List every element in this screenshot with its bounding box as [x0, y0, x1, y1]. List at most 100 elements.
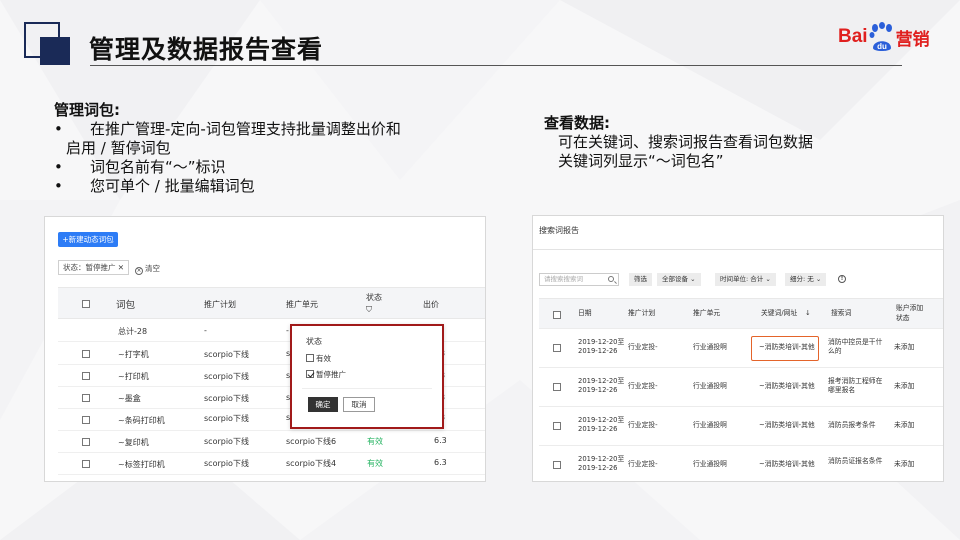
search-term-line2: 哪里报名 [828, 386, 856, 394]
option-checkbox[interactable] [306, 354, 314, 362]
row-checkbox[interactable] [553, 344, 561, 352]
search-term: 消防员报考条件 [828, 421, 876, 429]
status-filter-icon[interactable]: ⛉ [366, 305, 372, 315]
wordpack-name[interactable]: ~打印机 [118, 371, 149, 382]
date-start: 2019-12-20至 [578, 338, 625, 346]
option-active[interactable]: 有效 [306, 353, 331, 364]
date-start: 2019-12-20至 [578, 416, 625, 424]
option-label: 有效 [316, 354, 331, 363]
manage-bullet-list: 在推广管理-定向-词包管理支持批量调整出价和 启用 / 暂停词包 词包名前有“～… [54, 120, 494, 196]
plan-name: scorpio下线 [204, 414, 249, 423]
row-checkbox[interactable] [82, 438, 90, 446]
wordpack-name[interactable]: ~条码打印机 [118, 415, 165, 426]
search-icon[interactable] [608, 276, 614, 282]
time-unit-dropdown[interactable]: 时间单位: 合计 ⌄ [715, 273, 776, 286]
total-unit: - [286, 326, 289, 335]
col-keyword: 关键词/网址 [761, 309, 798, 317]
row-checkbox[interactable] [82, 460, 90, 468]
date-end: 2019-12-26 [578, 386, 618, 394]
wordpack-name[interactable]: ~复印机 [118, 437, 149, 448]
search-term-line2: 么的 [828, 347, 842, 355]
row-checkbox[interactable] [82, 416, 90, 424]
device-dropdown[interactable]: 全部设备 ⌄ [657, 273, 701, 286]
date-start: 2019-12-20至 [578, 455, 625, 463]
report-title: 搜索词报告 [539, 226, 579, 235]
row-checkbox[interactable] [82, 394, 90, 402]
filter-tag-close-icon[interactable]: ✕ [118, 261, 124, 274]
select-all-checkbox[interactable] [553, 311, 561, 319]
bullet-item: 您可单个 / 批量编辑词包 [54, 177, 494, 196]
unit-name: scorpio下线6 [286, 437, 337, 446]
bullet-item: 在推广管理-定向-词包管理支持批量调整出价和 启用 / 暂停词包 [54, 120, 494, 158]
filter-button[interactable]: 筛选 [629, 273, 652, 286]
popup-title: 状态 [306, 337, 322, 346]
plan-name: 行业定投- [628, 382, 658, 390]
popup-divider [302, 388, 432, 389]
sort-desc-icon[interactable]: ↓ [805, 309, 811, 318]
total-plan: - [204, 326, 207, 335]
view-data-section: 查看数据: 可在关键词、搜索词报告查看词包数据 关键词列显示“～词包名” [544, 114, 924, 171]
col-plan: 推广计划 [204, 300, 236, 309]
plan-name: 行业定投- [628, 421, 658, 429]
report-table-header: 日期 推广计划 推广单元 关键词/网址 ↓ 搜索词 账户添加 状态 [539, 298, 943, 328]
filter-tag-label: 状态：暂停推广 [63, 263, 116, 272]
date-start: 2019-12-20至 [578, 377, 625, 385]
title-divider [90, 65, 902, 66]
plan-name: scorpio下线 [204, 459, 249, 468]
baidu-marketing-logo: Bai du 营销 [838, 20, 930, 54]
status-filter-popup: 状态 有效 暂停推广 确定 取消 [290, 324, 444, 429]
col-added-status-line2: 状态 [896, 314, 910, 322]
baidu-paw-icon: du [869, 22, 892, 51]
table-row: 2019-12-20至 2019-12-26 行业定投- 行业通投啊 ~消防类培… [539, 367, 943, 406]
col-wordpack: 词包 [116, 300, 136, 311]
col-plan: 推广计划 [628, 309, 656, 317]
date-end: 2019-12-26 [578, 425, 618, 433]
bullet-text: 在推广管理-定向-词包管理支持批量调整出价和 [90, 120, 401, 138]
status-filter-tag[interactable]: 状态：暂停推广 ✕ [58, 260, 129, 275]
option-paused[interactable]: 暂停推广 [306, 369, 346, 380]
info-icon[interactable]: ! [838, 275, 846, 283]
search-term: 报考消防工程师在 [828, 377, 883, 385]
page-title: 管理及数据报告查看 [89, 35, 324, 64]
plan-name: 行业定投- [628, 343, 658, 351]
bullet-item: 词包名前有“～”标识 [54, 158, 494, 177]
search-input[interactable]: 请搜索搜索词 [539, 273, 619, 286]
row-checkbox[interactable] [553, 461, 561, 469]
clear-filter-button[interactable]: × 清空 [135, 263, 160, 275]
confirm-button[interactable]: 确定 [308, 397, 338, 412]
time-unit-label: 时间单位: 合计 [720, 275, 764, 283]
search-term-report-screenshot: 搜索词报告 请搜索搜索词 筛选 全部设备 ⌄ 时间单位: 合计 ⌄ 细分: 无 … [532, 215, 944, 482]
plan-name: scorpio下线 [204, 394, 249, 403]
wordpack-name[interactable]: ~标签打印机 [118, 459, 165, 470]
added-status: 未添加 [894, 343, 915, 351]
clear-icon: × [135, 267, 143, 275]
row-checkbox[interactable] [553, 422, 561, 430]
cancel-button[interactable]: 取消 [343, 397, 375, 412]
bullet-text: 您可单个 / 批量编辑词包 [90, 177, 255, 195]
col-unit: 推广单元 [693, 309, 721, 317]
clear-label: 清空 [145, 264, 160, 273]
unit-name: scorpio下线4 [286, 459, 337, 468]
new-wordpack-button[interactable]: +新建动态词包 [58, 232, 118, 247]
view-data-line: 关键词列显示“～词包名” [558, 152, 724, 170]
unit-name: 行业通投啊 [693, 382, 727, 390]
unit-name: 行业通投啊 [693, 460, 727, 468]
breakdown-dropdown[interactable]: 细分: 无 ⌄ [785, 273, 827, 286]
total-label: 总计-28 [118, 327, 148, 336]
wordpack-name[interactable]: ~墨盒 [118, 393, 141, 404]
plan-name: scorpio下线 [204, 372, 249, 381]
row-checkbox[interactable] [553, 383, 561, 391]
plan-name: scorpio下线 [204, 350, 249, 359]
col-status: 状态 [366, 293, 382, 302]
option-checkbox-checked[interactable] [306, 370, 314, 378]
row-checkbox[interactable] [82, 350, 90, 358]
breakdown-label: 细分: 无 [790, 275, 814, 283]
wordpack-name[interactable]: ~打字机 [118, 349, 149, 360]
status-value: 有效 [367, 459, 383, 468]
select-all-checkbox[interactable] [82, 300, 90, 308]
view-data-heading: 查看数据: [544, 114, 610, 132]
table-row: ~复印机 scorpio下线 scorpio下线6 有效 6.3 [58, 431, 485, 453]
bullet-text: 词包名前有“～”标识 [90, 158, 226, 176]
row-checkbox[interactable] [82, 372, 90, 380]
bid-value: 6.3 [434, 458, 447, 467]
